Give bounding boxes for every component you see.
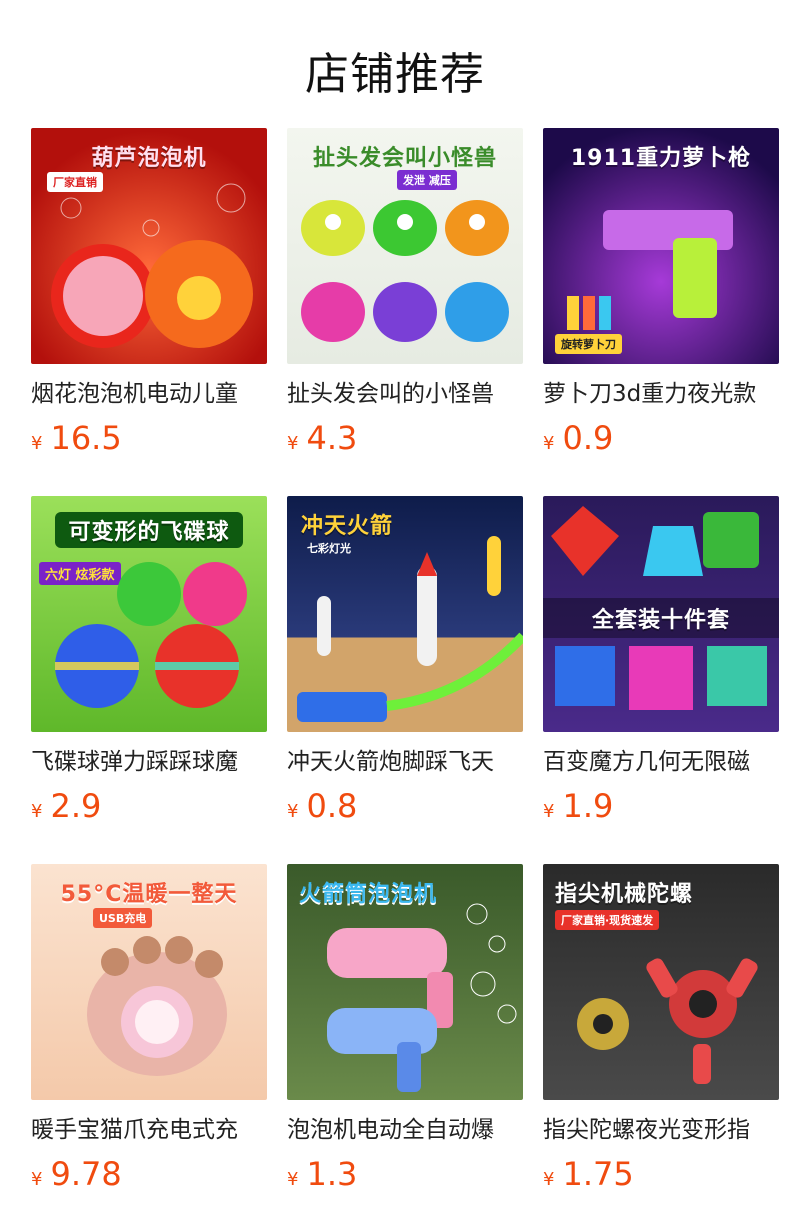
product-card[interactable]: 葫芦泡泡机 厂家直销 烟花泡泡机电动儿童 ¥16.5	[31, 128, 267, 468]
product-name[interactable]: 烟花泡泡机电动儿童	[31, 376, 267, 412]
product-price: ¥2.9	[31, 786, 101, 832]
product-image[interactable]: 1911重力萝卜枪 旋转萝卜刀	[543, 128, 779, 364]
product-name[interactable]: 泡泡机电动全自动爆	[287, 1112, 523, 1148]
fidget-spinner-icon	[577, 958, 758, 1084]
currency-symbol: ¥	[543, 801, 555, 822]
toy-gun-icon	[567, 210, 733, 330]
product-image[interactable]: 葫芦泡泡机 厂家直销	[31, 128, 267, 364]
product-name[interactable]: 萝卜刀3d重力夜光款	[543, 376, 779, 412]
product-price: ¥1.9	[543, 786, 613, 832]
hand-warmer-icon	[87, 936, 227, 1076]
product-price: ¥9.78	[31, 1154, 122, 1200]
currency-symbol: ¥	[287, 1169, 299, 1190]
product-image[interactable]: 指尖机械陀螺 厂家直销·现货速发	[543, 864, 779, 1100]
product-name[interactable]: 暖手宝猫爪充电式充	[31, 1112, 267, 1148]
price-value: 0.9	[562, 419, 614, 457]
product-price: ¥0.9	[543, 418, 613, 464]
price-value: 4.3	[306, 419, 358, 457]
price-value: 16.5	[50, 419, 122, 457]
product-price: ¥4.3	[287, 418, 357, 464]
product-card[interactable]: 1911重力萝卜枪 旋转萝卜刀 萝卜刀3d重力夜光款 ¥0.9	[543, 128, 779, 468]
price-value: 1.3	[306, 1155, 358, 1193]
currency-symbol: ¥	[543, 433, 555, 454]
page-title: 店铺推荐	[305, 49, 485, 100]
price-value: 1.9	[562, 787, 614, 825]
product-image[interactable]: 冲天火箭 七彩灯光	[287, 496, 523, 732]
product-image[interactable]: 全套装十件套	[543, 496, 779, 732]
product-card[interactable]: 火箭筒泡泡机 泡泡机电动全自动爆 ¥1.3	[287, 864, 523, 1204]
ufo-ball-icon	[55, 562, 247, 708]
product-card[interactable]: 扯头发会叫小怪兽 发泄 减压 扯头发会叫的小怪兽 ¥4.3	[287, 128, 523, 468]
product-name[interactable]: 飞碟球弹力踩踩球魔	[31, 744, 267, 780]
currency-symbol: ¥	[543, 1169, 555, 1190]
bubble-machine-icon	[51, 183, 253, 348]
product-image[interactable]: 火箭筒泡泡机	[287, 864, 523, 1100]
price-value: 0.8	[306, 787, 358, 825]
product-price: ¥1.3	[287, 1154, 357, 1200]
product-image[interactable]: 扯头发会叫小怪兽 发泄 减压	[287, 128, 523, 364]
monster-toy-icon	[301, 200, 509, 342]
product-name[interactable]: 扯头发会叫的小怪兽	[287, 376, 523, 412]
price-value: 9.78	[50, 1155, 122, 1193]
product-card[interactable]: 55°C温暖一整天 USB充电 暖手宝猫爪充电式充 ¥9.78	[31, 864, 267, 1204]
product-image[interactable]: 可变形的飞碟球 六灯 炫彩款	[31, 496, 267, 732]
product-card[interactable]: 指尖机械陀螺 厂家直销·现货速发 指尖陀螺夜光变形指 ¥1.75	[543, 864, 779, 1204]
product-name[interactable]: 冲天火箭炮脚踩飞天	[287, 744, 523, 780]
product-card[interactable]: 可变形的飞碟球 六灯 炫彩款 飞碟球弹力踩踩球魔 ¥2.9	[31, 496, 267, 836]
currency-symbol: ¥	[31, 801, 43, 822]
product-price: ¥0.8	[287, 786, 357, 832]
currency-symbol: ¥	[287, 433, 299, 454]
product-image[interactable]: 55°C温暖一整天 USB充电	[31, 864, 267, 1100]
product-card[interactable]: 全套装十件套 百变魔方几何无限磁 ¥1.9	[543, 496, 779, 836]
price-value: 1.75	[562, 1155, 634, 1193]
bubble-gun-icon	[327, 903, 517, 1092]
product-name[interactable]: 百变魔方几何无限磁	[543, 744, 779, 780]
currency-symbol: ¥	[31, 433, 43, 454]
product-price: ¥16.5	[31, 418, 122, 464]
price-value: 2.9	[50, 787, 102, 825]
product-price: ¥1.75	[543, 1154, 634, 1200]
currency-symbol: ¥	[287, 801, 299, 822]
product-card[interactable]: 冲天火箭 七彩灯光 冲天火箭炮脚踩飞天 ¥0.8	[287, 496, 523, 836]
magic-cube-icon	[551, 506, 767, 710]
rocket-icon	[297, 536, 523, 722]
currency-symbol: ¥	[31, 1169, 43, 1190]
product-name[interactable]: 指尖陀螺夜光变形指	[543, 1112, 779, 1148]
